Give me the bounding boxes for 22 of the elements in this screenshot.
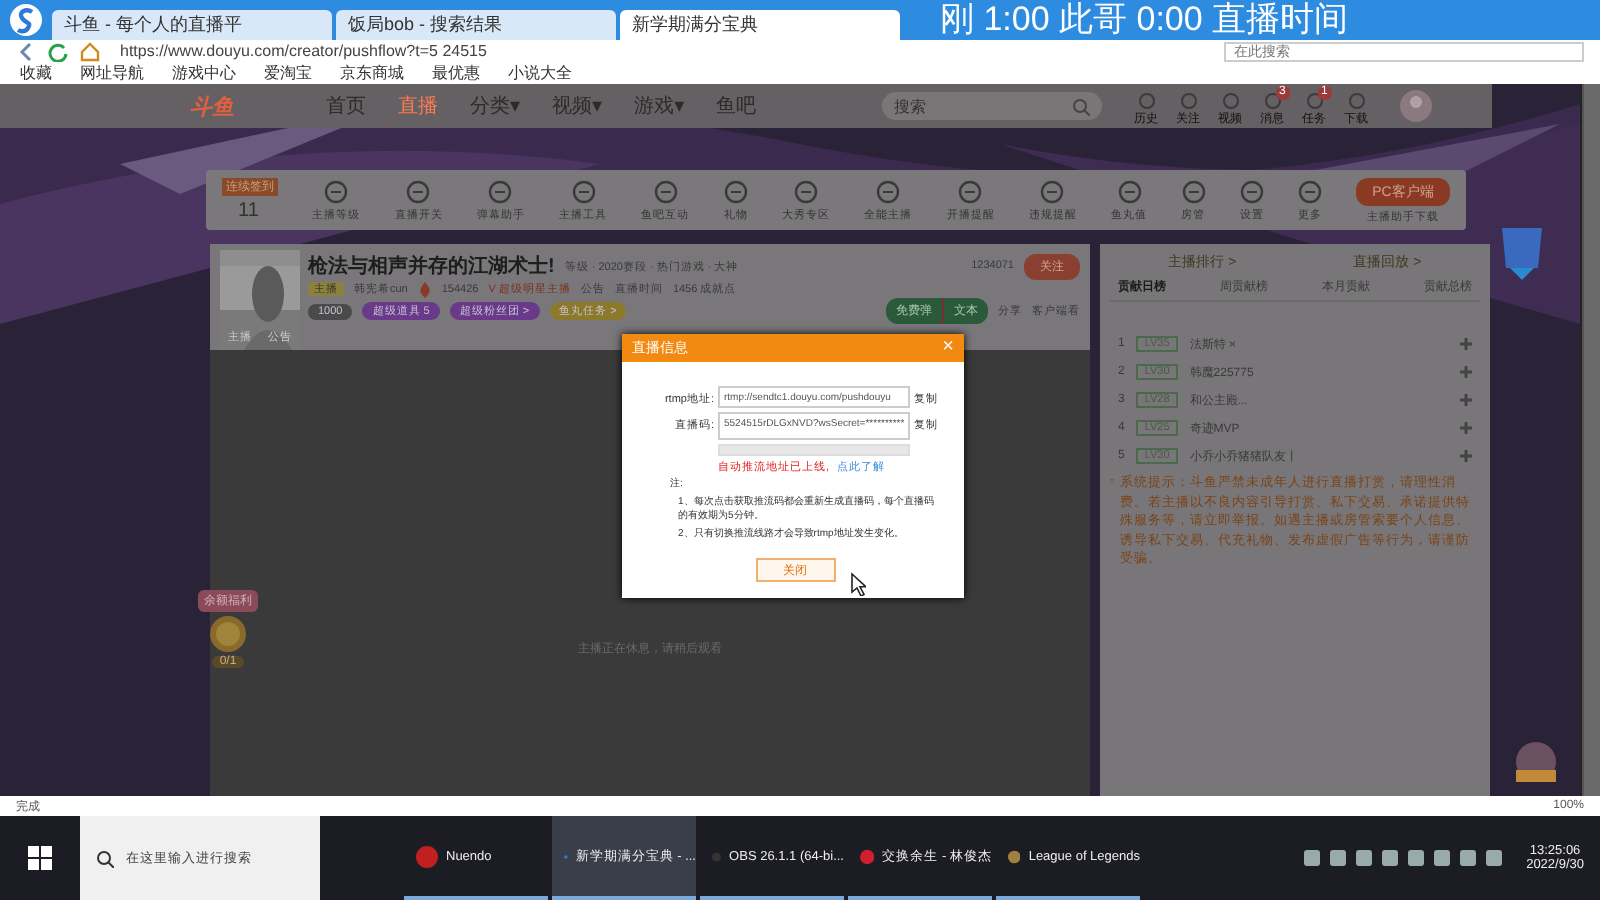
browser-tab[interactable]: 新学期满分宝典 (620, 10, 900, 40)
home-icon (80, 41, 100, 61)
bookmark-link[interactable]: 游戏中心 (172, 62, 236, 84)
bookmark-link[interactable]: 小说大全 (508, 62, 572, 84)
browser-logo-icon (8, 2, 44, 38)
bookmark-link[interactable]: 爱淘宝 (264, 62, 312, 84)
back-icon (16, 41, 36, 61)
app-icon (416, 845, 438, 867)
bookmark-link[interactable]: 网址导航 (80, 62, 144, 84)
address-field[interactable]: https://www.douyu.com/creator/pushflow?t=5 24515 (112, 41, 1212, 61)
browser-tab[interactable]: 饭局bob - 搜索结果 (336, 10, 616, 40)
app-icon (1008, 845, 1021, 867)
bookmark-link[interactable]: 京东商城 (340, 62, 404, 84)
scrollbar[interactable] (1582, 84, 1600, 796)
bookmark-link[interactable]: 最优惠 (432, 62, 480, 84)
bookmark-link[interactable]: 收藏 (20, 62, 52, 84)
windows-icon (28, 846, 52, 870)
browser-tab[interactable]: 斗鱼 - 每个人的直播平 (52, 10, 332, 40)
search-icon (96, 849, 114, 867)
app-icon (860, 845, 875, 867)
refresh-icon (48, 41, 68, 61)
stream-overlay-text: 刚 1:00 此哥 0:00 直播时间 (940, 0, 1349, 40)
